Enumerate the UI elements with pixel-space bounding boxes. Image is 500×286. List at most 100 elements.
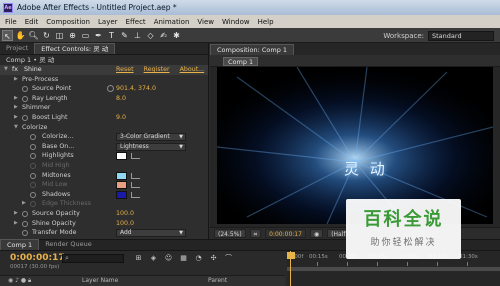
stopwatch-icon[interactable]	[30, 153, 36, 160]
expand-arrow-icon[interactable]: ▶	[14, 209, 18, 219]
current-timecode[interactable]: 0:00:00:17	[10, 253, 65, 263]
ray-length-value[interactable]: 8.0	[116, 94, 126, 104]
effect-row-transfer-mode[interactable]: Transfer Mode Add ▼	[0, 228, 208, 238]
menu-view[interactable]: View	[197, 18, 214, 26]
eyedropper-icon[interactable]	[131, 182, 140, 189]
current-time-indicator[interactable]	[287, 251, 295, 286]
tab-comp-1[interactable]: Comp 1	[0, 239, 40, 250]
eyedropper-icon[interactable]	[131, 172, 140, 179]
source-opacity-value[interactable]: 100.0	[116, 209, 134, 219]
tab-render-queue[interactable]: Render Queue	[39, 239, 98, 250]
shy-layers-icon[interactable]: ☺	[164, 254, 173, 263]
menu-help[interactable]: Help	[258, 18, 274, 26]
menu-window[interactable]: Window	[222, 18, 250, 26]
shadows-color-swatch[interactable]	[116, 190, 127, 199]
expand-arrow-icon[interactable]: ▶	[14, 75, 18, 85]
menu-edit[interactable]: Edit	[25, 18, 39, 26]
mid-low-color-swatch[interactable]	[116, 181, 127, 190]
tab-effect-controls[interactable]: Effect Controls: 灵 动	[34, 43, 116, 54]
tab-composition[interactable]: Composition: Comp 1	[210, 44, 295, 55]
workspace-select[interactable]: Standard	[428, 30, 494, 41]
layer-search-input[interactable]: ⌕	[62, 254, 124, 263]
graph-editor-icon[interactable]: ⌒	[224, 254, 233, 263]
comp-flowchart-icon[interactable]: ⊞	[134, 254, 143, 263]
highlights-color-swatch[interactable]	[116, 152, 127, 161]
menu-file[interactable]: File	[5, 18, 17, 26]
stopwatch-icon[interactable]	[22, 114, 28, 121]
stopwatch-icon[interactable]	[22, 86, 28, 93]
stopwatch-icon[interactable]	[22, 210, 28, 217]
effect-row-ray-length[interactable]: ▶ Ray Length 8.0	[0, 94, 208, 104]
expand-arrow-icon[interactable]: ▶	[14, 94, 18, 104]
collapse-arrow-icon[interactable]: ▼	[14, 123, 18, 133]
source-point-value[interactable]: 901.4, 374.0	[116, 84, 156, 94]
expand-arrow-icon[interactable]: ▼	[4, 65, 8, 75]
expand-arrow-icon[interactable]: ▶	[14, 103, 18, 113]
draft-3d-icon[interactable]: ◈	[149, 254, 158, 263]
about-link[interactable]: About...	[180, 66, 205, 73]
crosshair-icon[interactable]	[107, 85, 114, 93]
midtones-color-swatch[interactable]	[116, 171, 127, 180]
menu-layer[interactable]: Layer	[98, 18, 118, 26]
stopwatch-icon[interactable]	[30, 191, 36, 198]
stopwatch-icon[interactable]	[22, 95, 28, 102]
effect-row-pre-process[interactable]: ▶ Pre-Process	[0, 75, 208, 85]
effect-row-shine-opacity[interactable]: ▶ Shine Opacity 100.0	[0, 219, 208, 229]
zoom-dropdown[interactable]: (24.5%)	[214, 229, 246, 238]
effect-row-shadows[interactable]: Shadows	[0, 190, 208, 200]
text-tool-icon[interactable]: T	[106, 30, 117, 41]
eyedropper-icon[interactable]	[131, 191, 140, 198]
stopwatch-icon[interactable]	[30, 143, 36, 150]
stopwatch-icon[interactable]	[22, 230, 28, 237]
comp-1-chip[interactable]: Comp 1	[223, 57, 259, 66]
zoom-tool-icon[interactable]: 🔍︎	[28, 30, 39, 41]
stopwatch-icon[interactable]	[30, 172, 36, 179]
register-link[interactable]: Register	[144, 66, 170, 73]
brainstorm-icon[interactable]: ✣	[209, 254, 218, 263]
base-on-dropdown[interactable]: Lightness ▼	[116, 142, 186, 151]
eraser-tool-icon[interactable]: ◇	[145, 30, 156, 41]
colorize-dropdown[interactable]: 3-Color Gradient ▼	[116, 133, 186, 142]
roto-brush-tool-icon[interactable]: ✍	[158, 30, 169, 41]
effect-row-source-point[interactable]: Source Point 901.4, 374.0	[0, 84, 208, 94]
reset-link[interactable]: Reset	[116, 66, 134, 73]
boost-light-value[interactable]: 9.0	[116, 113, 126, 123]
effect-row-base-on[interactable]: Base On... Lightness ▼	[0, 142, 208, 152]
camera-icon[interactable]: ◉	[309, 229, 324, 238]
frame-blending-icon[interactable]: ▦	[179, 254, 188, 263]
effect-row-shine[interactable]: ▼ fx Shine Reset Register About...	[0, 65, 208, 75]
mask-tool-icon[interactable]: ▭	[80, 30, 91, 41]
effect-row-highlights[interactable]: Highlights	[0, 151, 208, 161]
eyedropper-icon[interactable]	[131, 153, 140, 160]
tab-project[interactable]: Project	[0, 43, 34, 54]
expand-arrow-icon[interactable]: ▶	[14, 219, 18, 229]
shine-opacity-value[interactable]: 100.0	[116, 219, 134, 229]
effect-row-source-opacity[interactable]: ▶ Source Opacity 100.0	[0, 209, 208, 219]
effect-row-shimmer[interactable]: ▶ Shimmer	[0, 103, 208, 113]
snapshot-icon[interactable]: ⌗	[249, 229, 262, 238]
hand-tool-icon[interactable]: ✋	[15, 30, 26, 41]
work-area-bar[interactable]	[287, 267, 500, 271]
clone-tool-icon[interactable]: ⊥	[132, 30, 143, 41]
pen-tool-icon[interactable]: ✒	[93, 30, 104, 41]
column-layer-name[interactable]: Layer Name	[82, 277, 118, 284]
menu-animation[interactable]: Animation	[154, 18, 190, 26]
effect-row-midtones[interactable]: Midtones	[0, 171, 208, 181]
camera-tool-icon[interactable]: ◫	[54, 30, 65, 41]
menu-effect[interactable]: Effect	[126, 18, 146, 26]
expand-arrow-icon[interactable]: ▶	[14, 113, 18, 123]
effect-row-colorize[interactable]: ▼ Colorize	[0, 123, 208, 133]
column-parent[interactable]: Parent	[208, 277, 227, 284]
selection-tool-icon[interactable]: ↖	[2, 29, 13, 41]
effect-row-boost-light[interactable]: ▶ Boost Light 9.0	[0, 113, 208, 123]
transfer-mode-dropdown[interactable]: Add ▼	[116, 229, 186, 238]
viewer-timecode[interactable]: 0:00:00:17	[265, 229, 306, 238]
rotate-tool-icon[interactable]: ↻	[41, 30, 52, 41]
brush-tool-icon[interactable]: ✎	[119, 30, 130, 41]
menu-composition[interactable]: Composition	[46, 18, 90, 26]
pan-behind-tool-icon[interactable]: ⊕	[67, 30, 78, 41]
playhead-icon[interactable]	[287, 252, 295, 259]
stopwatch-icon[interactable]	[22, 220, 28, 227]
effect-row-colorize-mode[interactable]: Colorize... 3-Color Gradient ▼	[0, 132, 208, 142]
motion-blur-icon[interactable]: ◔	[194, 254, 203, 263]
